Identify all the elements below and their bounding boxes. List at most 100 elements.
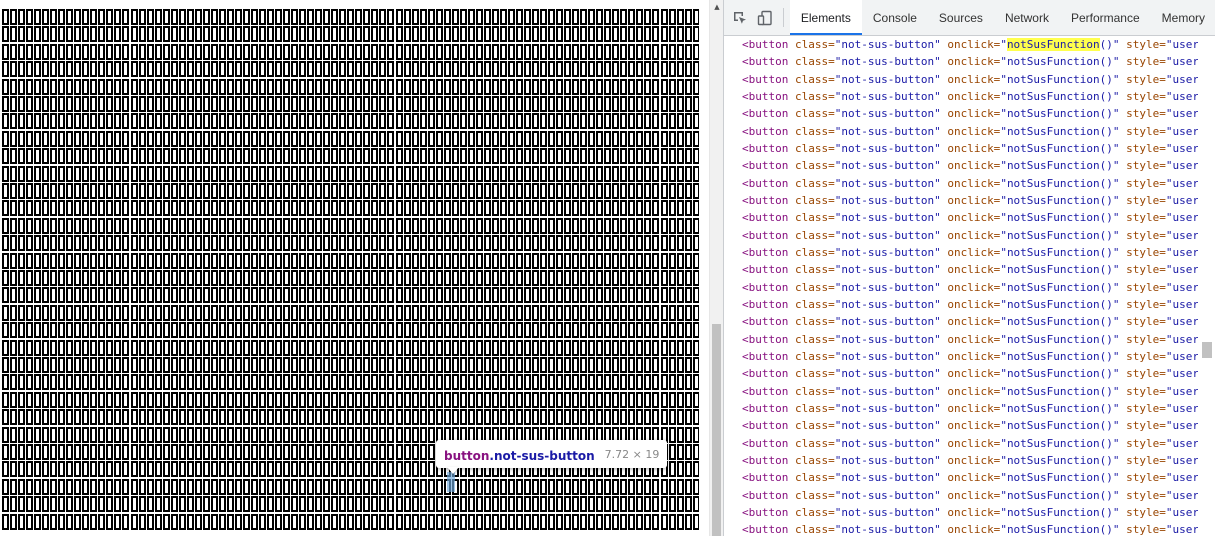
not-sus-button[interactable] xyxy=(556,200,564,217)
not-sus-button[interactable] xyxy=(130,235,138,252)
not-sus-button[interactable] xyxy=(226,513,234,530)
not-sus-button[interactable] xyxy=(138,61,146,78)
not-sus-button[interactable] xyxy=(499,287,507,304)
not-sus-button[interactable] xyxy=(275,461,282,478)
not-sus-button[interactable] xyxy=(347,409,355,426)
dom-node-line[interactable]: <button class="not-sus-button" onclick="… xyxy=(742,435,1198,452)
not-sus-button[interactable] xyxy=(42,217,50,234)
not-sus-button[interactable] xyxy=(692,461,699,478)
not-sus-button[interactable] xyxy=(275,165,282,182)
not-sus-button[interactable] xyxy=(612,26,620,43)
not-sus-button[interactable] xyxy=(556,391,564,408)
not-sus-button[interactable] xyxy=(66,183,74,199)
dom-node-line[interactable]: <button class="not-sus-button" onclick="… xyxy=(742,400,1198,417)
not-sus-button[interactable] xyxy=(475,478,483,495)
not-sus-button[interactable] xyxy=(387,426,395,443)
not-sus-button[interactable] xyxy=(34,113,42,130)
not-sus-button[interactable] xyxy=(660,287,668,304)
not-sus-button[interactable] xyxy=(371,513,379,530)
not-sus-button[interactable] xyxy=(459,270,467,286)
not-sus-button[interactable] xyxy=(459,409,467,426)
not-sus-button[interactable] xyxy=(459,478,467,495)
not-sus-button[interactable] xyxy=(74,43,82,60)
not-sus-button[interactable] xyxy=(684,478,692,495)
not-sus-button[interactable] xyxy=(604,478,612,495)
not-sus-button[interactable] xyxy=(363,78,371,95)
not-sus-button[interactable] xyxy=(411,235,419,252)
not-sus-button[interactable] xyxy=(612,287,620,304)
not-sus-button[interactable] xyxy=(604,287,612,304)
not-sus-button[interactable] xyxy=(26,357,34,373)
not-sus-button[interactable] xyxy=(588,391,596,408)
not-sus-button[interactable] xyxy=(58,461,66,478)
not-sus-button[interactable] xyxy=(34,183,42,199)
not-sus-button[interactable] xyxy=(50,304,58,321)
not-sus-button[interactable] xyxy=(419,235,427,252)
not-sus-button[interactable] xyxy=(138,496,146,513)
not-sus-button[interactable] xyxy=(652,339,660,356)
not-sus-button[interactable] xyxy=(427,235,435,252)
not-sus-button[interactable] xyxy=(588,322,596,339)
not-sus-button[interactable] xyxy=(548,409,555,426)
not-sus-button[interactable] xyxy=(379,478,387,495)
not-sus-button[interactable] xyxy=(323,322,331,339)
not-sus-button[interactable] xyxy=(435,96,443,112)
not-sus-button[interactable] xyxy=(186,496,194,513)
not-sus-button[interactable] xyxy=(26,339,34,356)
not-sus-button[interactable] xyxy=(419,26,427,43)
not-sus-button[interactable] xyxy=(90,374,98,391)
not-sus-button[interactable] xyxy=(130,513,138,530)
not-sus-button[interactable] xyxy=(379,113,387,130)
not-sus-button[interactable] xyxy=(250,270,258,286)
not-sus-button[interactable] xyxy=(194,374,202,391)
not-sus-button[interactable] xyxy=(186,113,194,130)
not-sus-button[interactable] xyxy=(299,339,307,356)
not-sus-button[interactable] xyxy=(34,374,42,391)
not-sus-button[interactable] xyxy=(122,409,130,426)
not-sus-button[interactable] xyxy=(491,217,499,234)
not-sus-button[interactable] xyxy=(74,130,82,147)
not-sus-button[interactable] xyxy=(90,478,98,495)
not-sus-button[interactable] xyxy=(347,148,355,165)
not-sus-button[interactable] xyxy=(435,217,443,234)
not-sus-button[interactable] xyxy=(387,130,395,147)
not-sus-button[interactable] xyxy=(588,26,596,43)
not-sus-button[interactable] xyxy=(315,252,323,269)
not-sus-button[interactable] xyxy=(315,26,323,43)
not-sus-button[interactable] xyxy=(532,96,539,112)
not-sus-button[interactable] xyxy=(18,96,26,112)
not-sus-button[interactable] xyxy=(355,165,363,182)
not-sus-button[interactable] xyxy=(146,200,154,217)
not-sus-button[interactable] xyxy=(467,148,475,165)
not-sus-button[interactable] xyxy=(58,43,66,60)
not-sus-button[interactable] xyxy=(307,26,315,43)
not-sus-button[interactable] xyxy=(323,339,331,356)
not-sus-button[interactable] xyxy=(291,304,299,321)
not-sus-button[interactable] xyxy=(106,513,114,530)
not-sus-button[interactable] xyxy=(676,96,684,112)
not-sus-button[interactable] xyxy=(475,26,483,43)
not-sus-button[interactable] xyxy=(18,252,26,269)
not-sus-button[interactable] xyxy=(331,217,339,234)
not-sus-button[interactable] xyxy=(620,478,628,495)
not-sus-button[interactable] xyxy=(379,130,387,147)
not-sus-button[interactable] xyxy=(98,217,106,234)
not-sus-button[interactable] xyxy=(194,287,202,304)
not-sus-button[interactable] xyxy=(234,496,242,513)
not-sus-button[interactable] xyxy=(122,357,130,373)
not-sus-button[interactable] xyxy=(331,113,339,130)
not-sus-button[interactable] xyxy=(122,61,130,78)
not-sus-button[interactable] xyxy=(90,235,98,252)
not-sus-button[interactable] xyxy=(50,461,58,478)
not-sus-button[interactable] xyxy=(443,130,451,147)
not-sus-button[interactable] xyxy=(154,304,162,321)
not-sus-button[interactable] xyxy=(652,322,660,339)
not-sus-button[interactable] xyxy=(339,339,347,356)
not-sus-button[interactable] xyxy=(612,409,620,426)
not-sus-button[interactable] xyxy=(363,357,371,373)
not-sus-button[interactable] xyxy=(90,304,98,321)
not-sus-button[interactable] xyxy=(138,148,146,165)
not-sus-button[interactable] xyxy=(10,339,17,356)
not-sus-button[interactable] xyxy=(18,357,26,373)
not-sus-button[interactable] xyxy=(660,113,668,130)
